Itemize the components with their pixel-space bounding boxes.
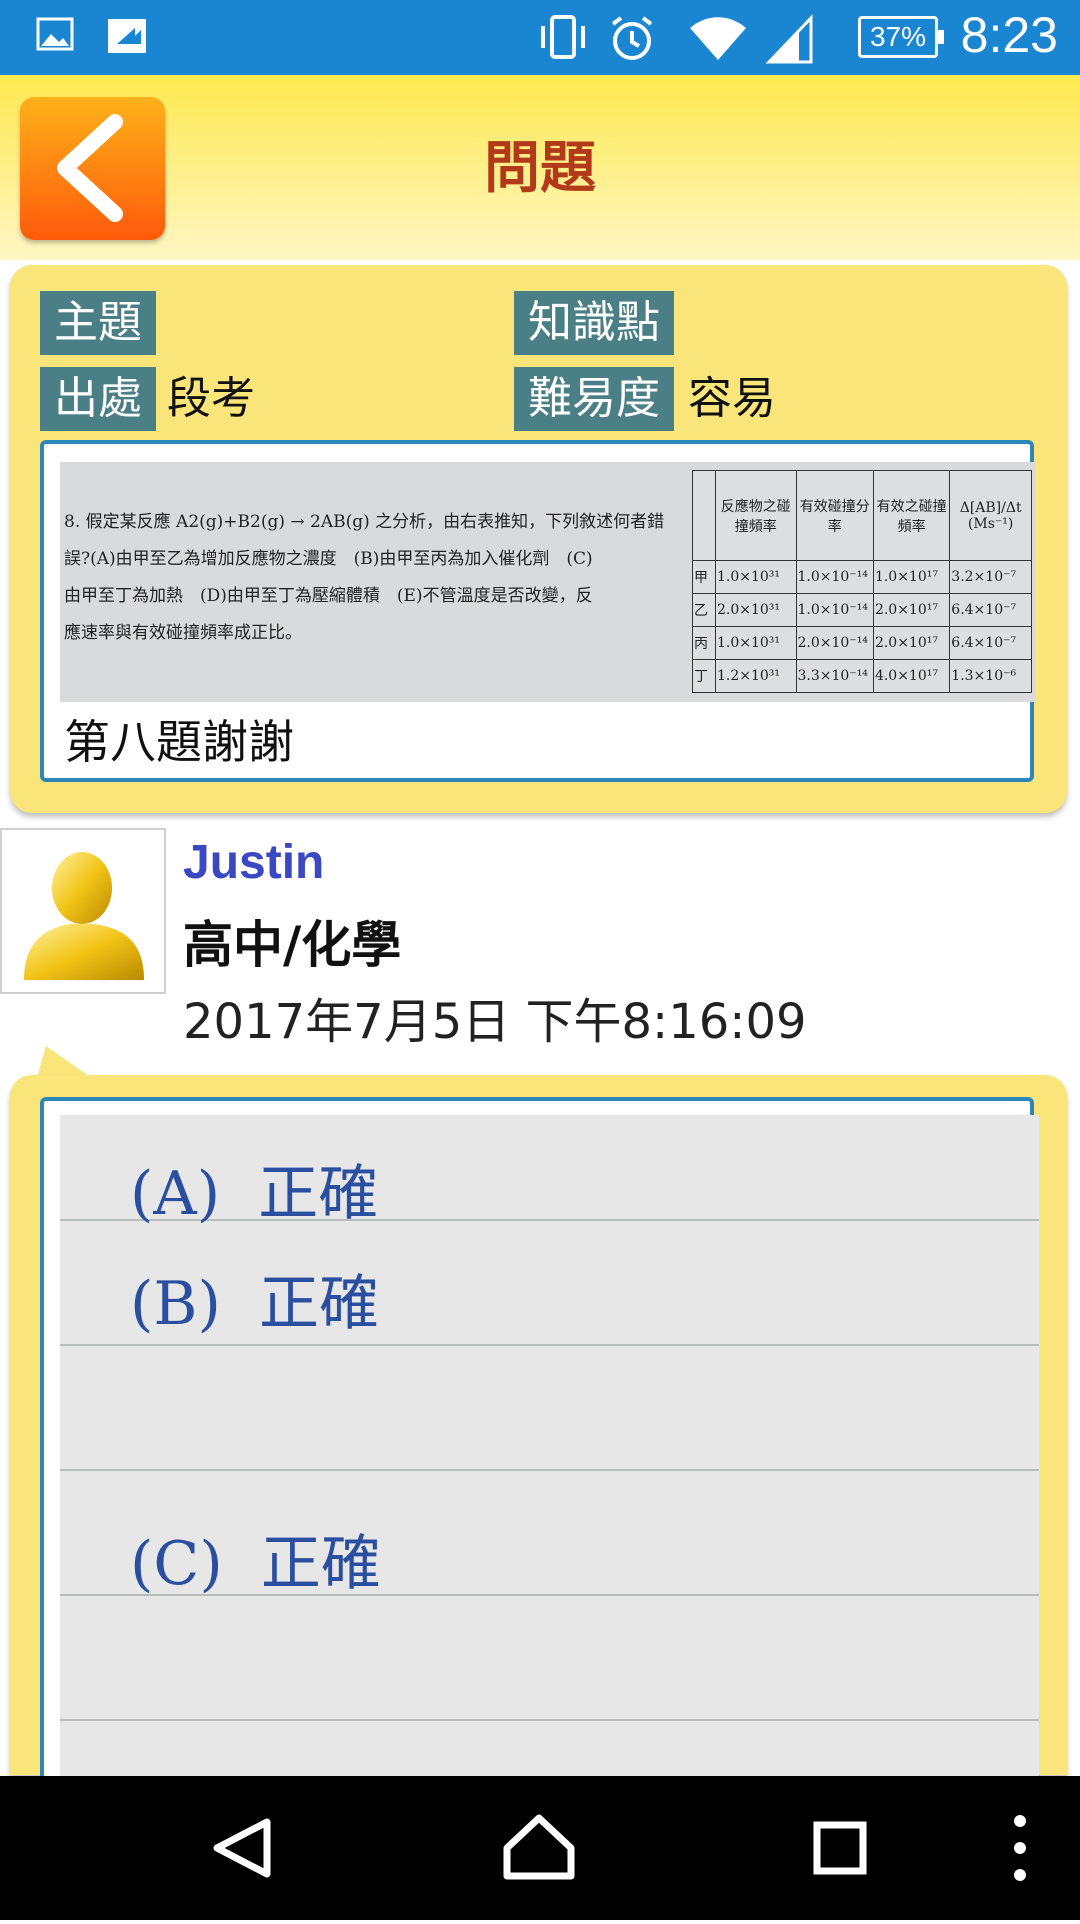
wifi-icon [690, 17, 746, 60]
alarm-icon [611, 16, 653, 60]
screen-share-icon [108, 19, 146, 53]
table-row-label: 甲 [692, 560, 716, 594]
table-cell: 2.0×10¹⁷ [872, 626, 951, 660]
handwritten-line: (A) 正確 [130, 1159, 379, 1229]
page-title: 問題 [484, 136, 596, 201]
source-label: 出處 [40, 367, 156, 431]
question-card: 主題 知識點 出處 段考 難易度 容易 8. 假定某反應 A2(g)+B2(g)… [10, 265, 1067, 813]
status-time: 8:23 [960, 7, 1058, 63]
table-header: 反應物之碰撞頻率 [715, 470, 797, 561]
answer-photo[interactable]: (A) 正確 (B) 正確 (C) 正確 [60, 1115, 1039, 1795]
nav-menu-button[interactable] [960, 1776, 1080, 1920]
table-cell: 1.3×10⁻⁶ [949, 659, 1032, 693]
table-cell: 1.0×10⁻¹⁴ [795, 593, 874, 627]
table-row-label: 丁 [692, 659, 716, 693]
table-cell: 4.0×10¹⁷ [872, 659, 951, 693]
home-icon [503, 1814, 575, 1880]
answer-card: (A) 正確 (B) 正確 (C) 正確 [10, 1075, 1067, 1797]
table-cell: 1.0×10³¹ [715, 560, 797, 594]
question-content: 8. 假定某反應 A2(g)+B2(g) → 2AB(g) 之分析，由右表推知，… [40, 440, 1035, 782]
signal-icon [765, 14, 813, 64]
vibrate-icon [541, 15, 585, 59]
question-line: 由甲至丁為加熱 (D)由甲至丁為壓縮體積 (E)不管溫度是否改變，反 [64, 586, 593, 606]
table-header: 有效碰撞分率 [795, 470, 874, 561]
table-cell: 1.2×10³¹ [715, 659, 797, 693]
table-cell: 2.0×10³¹ [715, 593, 797, 627]
back-triangle-icon [213, 1818, 271, 1878]
question-line: 誤?(A)由甲至乙為增加反應物之濃度 (B)由甲至丙為加入催化劑 (C) [64, 549, 593, 569]
table-cell: 6.4×10⁻⁷ [949, 626, 1032, 660]
more-vert-icon [1014, 1815, 1026, 1881]
source-value: 段考 [167, 373, 255, 424]
question-text: 第八題謝謝 [64, 715, 294, 769]
handwritten-line: (C) 正確 [130, 1529, 381, 1599]
user-name[interactable]: Justin [183, 835, 324, 890]
handwritten-line: (B) 正確 [130, 1269, 380, 1339]
table-cell: 1.0×10³¹ [715, 626, 797, 660]
image-icon [36, 17, 74, 51]
header: 問題 [0, 75, 1080, 260]
knowledge-label: 知識點 [514, 291, 674, 355]
user-silhouette-icon [24, 852, 144, 980]
status-bar: 37% 8:23 [0, 0, 1080, 75]
battery-indicator: 37% [858, 16, 944, 58]
table-cell: 2.0×10¹⁷ [872, 593, 951, 627]
table-cell: 6.4×10⁻⁷ [949, 593, 1032, 627]
answer-timestamp: 2017年7月5日 下午8:16:09 [183, 994, 807, 1050]
table-cell: 3.2×10⁻⁷ [949, 560, 1032, 594]
avatar[interactable] [0, 828, 166, 994]
table-row-label: 乙 [692, 593, 716, 627]
nav-recents-button[interactable] [765, 1776, 915, 1920]
question-number: 8. [64, 512, 81, 532]
data-table: 反應物之碰撞頻率 有效碰撞分率 有效之碰撞頻率 Δ[AB]/Δt (Ms⁻¹) … [692, 470, 1032, 693]
question-line: 應速率與有效碰撞頻率成正比。 [64, 623, 302, 643]
recents-icon [813, 1821, 867, 1875]
table-cell: 3.3×10⁻¹⁴ [795, 659, 874, 693]
table-cell: 1.0×10⁻¹⁴ [795, 560, 874, 594]
nav-back-button[interactable] [167, 1776, 317, 1920]
question-photo[interactable]: 8. 假定某反應 A2(g)+B2(g) → 2AB(g) 之分析，由右表推知，… [60, 462, 1035, 702]
difficulty-label: 難易度 [514, 367, 674, 431]
table-cell: 2.0×10⁻¹⁴ [795, 626, 874, 660]
answer-content: (A) 正確 (B) 正確 (C) 正確 [40, 1097, 1039, 1797]
difficulty-value: 容易 [688, 373, 776, 424]
topic-label: 主題 [40, 291, 156, 355]
nav-home-button[interactable] [464, 1776, 614, 1920]
user-subject: 高中/化學 [183, 916, 402, 974]
table-row-label: 丙 [692, 626, 716, 660]
question-line: 假定某反應 A2(g)+B2(g) → 2AB(g) 之分析，由右表推知，下列敘… [85, 512, 665, 532]
table-header: 有效之碰撞頻率 [872, 470, 951, 561]
navigation-bar [0, 1776, 1080, 1920]
table-header: Δ[AB]/Δt (Ms⁻¹) [949, 470, 1032, 561]
table-cell: 1.0×10¹⁷ [872, 560, 951, 594]
